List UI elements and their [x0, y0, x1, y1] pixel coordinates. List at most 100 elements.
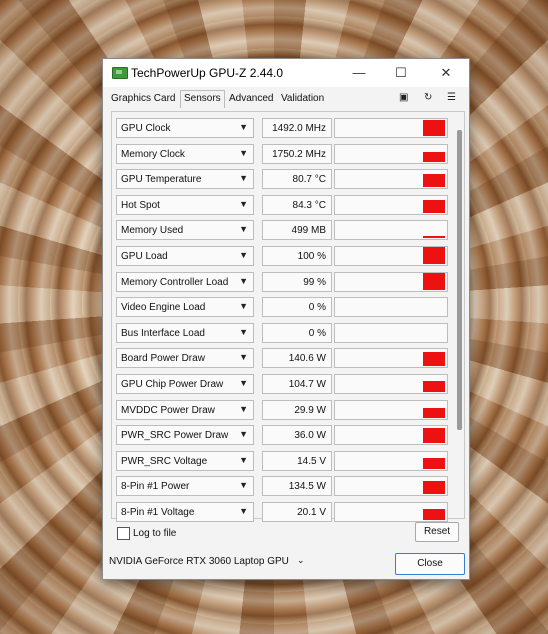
sensor-name-dropdown[interactable]: GPU Temperature ▼	[116, 169, 254, 190]
sensor-graph[interactable]	[334, 143, 448, 164]
sensor-name-dropdown[interactable]: Board Power Draw ▼	[116, 348, 254, 369]
gpuz-app-icon	[112, 67, 128, 79]
sensor-name-dropdown[interactable]: GPU Clock ▼	[116, 118, 254, 138]
sensor-graph[interactable]	[334, 374, 448, 394]
reset-button[interactable]: Reset	[415, 522, 459, 542]
sensor-graph[interactable]	[334, 476, 448, 497]
sensor-value: 134.5 W	[288, 481, 326, 493]
log-to-file-checkbox[interactable]	[117, 527, 130, 540]
sensor-graph[interactable]	[334, 220, 448, 241]
sensor-name-dropdown[interactable]: GPU Load ▼	[116, 246, 254, 266]
sensor-name-dropdown[interactable]: 8-Pin #1 Voltage ▼	[116, 502, 254, 522]
tab-advanced[interactable]: Advanced	[229, 93, 273, 104]
sensor-value-box: 29.9 W	[262, 399, 332, 420]
dropdown-arrow-icon[interactable]: ▼	[239, 250, 248, 260]
sensor-graph[interactable]	[334, 425, 448, 446]
sensor-name-dropdown[interactable]: Memory Controller Load ▼	[116, 271, 254, 292]
sensor-name: Memory Used	[121, 225, 184, 237]
sensor-name-dropdown[interactable]: Video Engine Load ▼	[116, 297, 254, 318]
sensor-graph[interactable]	[334, 399, 448, 420]
sensor-row: Memory Clock ▼ 1750.2 MHz	[116, 143, 452, 166]
dropdown-arrow-icon[interactable]: ▼	[239, 122, 248, 132]
sensor-graph[interactable]	[334, 348, 448, 369]
gpu-select[interactable]: NVIDIA GeForce RTX 3060 Laptop GPU ⌄	[107, 552, 313, 572]
sensor-name-dropdown[interactable]: 8-Pin #1 Power ▼	[116, 476, 254, 497]
sensor-graph-bar	[423, 247, 445, 264]
sensor-value: 29.9 W	[294, 404, 326, 416]
gpu-select-value: NVIDIA GeForce RTX 3060 Laptop GPU	[109, 556, 289, 567]
sensor-value: 99 %	[303, 276, 326, 288]
close-button[interactable]: Close	[395, 553, 465, 575]
sensor-graph[interactable]	[334, 297, 448, 318]
log-to-file-label: Log to file	[133, 528, 177, 539]
sensor-row: Video Engine Load ▼ 0 %	[116, 297, 452, 319]
sensor-name-dropdown[interactable]: Memory Clock ▼	[116, 143, 254, 164]
sensor-name-dropdown[interactable]: PWR_SRC Voltage ▼	[116, 450, 254, 471]
sensor-graph[interactable]	[334, 502, 448, 522]
title-bar[interactable]: TechPowerUp GPU-Z 2.44.0 — ☐ ✕	[103, 59, 469, 87]
sensor-name: Video Engine Load	[121, 302, 206, 314]
sensor-graph-bar	[423, 428, 445, 444]
sensor-name-dropdown[interactable]: Hot Spot ▼	[116, 194, 254, 215]
dropdown-arrow-icon[interactable]: ▼	[239, 429, 248, 439]
sensor-value-box: 36.0 W	[262, 425, 332, 446]
sensor-name: PWR_SRC Power Draw	[121, 430, 229, 442]
sensor-graph-bar	[423, 272, 445, 290]
sensor-value: 100 %	[297, 251, 326, 262]
dropdown-arrow-icon[interactable]: ▼	[239, 378, 248, 388]
sensor-graph[interactable]	[334, 322, 448, 343]
sensor-value: 1750.2 MHz	[272, 148, 326, 160]
sensor-name: GPU Temperature	[121, 174, 202, 186]
sensor-value-box: 80.7 °C	[262, 169, 332, 190]
sensor-value: 14.5 V	[297, 455, 326, 467]
maximize-button[interactable]: ☐	[390, 64, 412, 82]
sensor-graph[interactable]	[334, 271, 448, 292]
sensor-graph-bar	[423, 381, 445, 392]
camera-icon[interactable]: ▣	[399, 92, 408, 103]
dropdown-arrow-icon[interactable]: ▼	[239, 327, 248, 337]
sensor-name: Memory Controller Load	[121, 276, 229, 288]
sensor-graph-bar	[423, 407, 445, 418]
refresh-icon[interactable]: ↻	[424, 92, 432, 103]
dropdown-arrow-icon[interactable]: ▼	[239, 506, 248, 516]
dropdown-arrow-icon[interactable]: ▼	[239, 199, 248, 209]
sensor-graph[interactable]	[334, 450, 448, 471]
sensor-value: 84.3 °C	[292, 199, 326, 211]
sensor-row: GPU Temperature ▼ 80.7 °C	[116, 169, 452, 191]
tab-graphics-card[interactable]: Graphics Card	[111, 93, 175, 104]
dropdown-arrow-icon[interactable]: ▼	[239, 480, 248, 490]
sensor-value: 20.1 V	[297, 507, 326, 518]
sensor-graph[interactable]	[334, 118, 448, 138]
dropdown-arrow-icon[interactable]: ▼	[239, 148, 248, 158]
menu-icon[interactable]: ☰	[447, 92, 456, 103]
sensor-name: 8-Pin #1 Power	[121, 481, 190, 493]
sensor-value: 80.7 °C	[292, 174, 326, 186]
dropdown-arrow-icon[interactable]: ▼	[239, 301, 248, 311]
sensor-value-box: 1492.0 MHz	[262, 118, 332, 138]
sensor-graph[interactable]	[334, 246, 448, 266]
dropdown-arrow-icon[interactable]: ▼	[239, 224, 248, 234]
dropdown-arrow-icon[interactable]: ▼	[239, 455, 248, 465]
dropdown-arrow-icon[interactable]: ▼	[239, 352, 248, 362]
sensor-name-dropdown[interactable]: Bus Interface Load ▼	[116, 322, 254, 343]
sensor-name-dropdown[interactable]: GPU Chip Power Draw ▼	[116, 374, 254, 394]
sensor-name-dropdown[interactable]: Memory Used ▼	[116, 220, 254, 241]
sensor-graph-bar	[423, 199, 445, 213]
sensor-graph[interactable]	[334, 194, 448, 215]
tab-sensors[interactable]: Sensors	[180, 90, 225, 108]
gpuz-window: TechPowerUp GPU-Z 2.44.0 — ☐ ✕ Graphics …	[102, 58, 470, 580]
sensor-name: Memory Clock	[121, 148, 185, 160]
sensor-name: MVDDC Power Draw	[121, 404, 215, 416]
sensor-value: 1492.0 MHz	[272, 123, 326, 134]
sensor-name-dropdown[interactable]: MVDDC Power Draw ▼	[116, 399, 254, 420]
dropdown-arrow-icon[interactable]: ▼	[239, 404, 248, 414]
close-window-button[interactable]: ✕	[435, 64, 457, 82]
sensor-graph-bar	[423, 481, 445, 495]
sensor-graph[interactable]	[334, 169, 448, 190]
tab-validation[interactable]: Validation	[281, 93, 324, 104]
sensor-name-dropdown[interactable]: PWR_SRC Power Draw ▼	[116, 425, 254, 446]
dropdown-arrow-icon[interactable]: ▼	[239, 276, 248, 286]
dropdown-arrow-icon[interactable]: ▼	[239, 173, 248, 183]
scrollbar-thumb[interactable]	[457, 130, 462, 430]
minimize-button[interactable]: —	[348, 64, 370, 82]
